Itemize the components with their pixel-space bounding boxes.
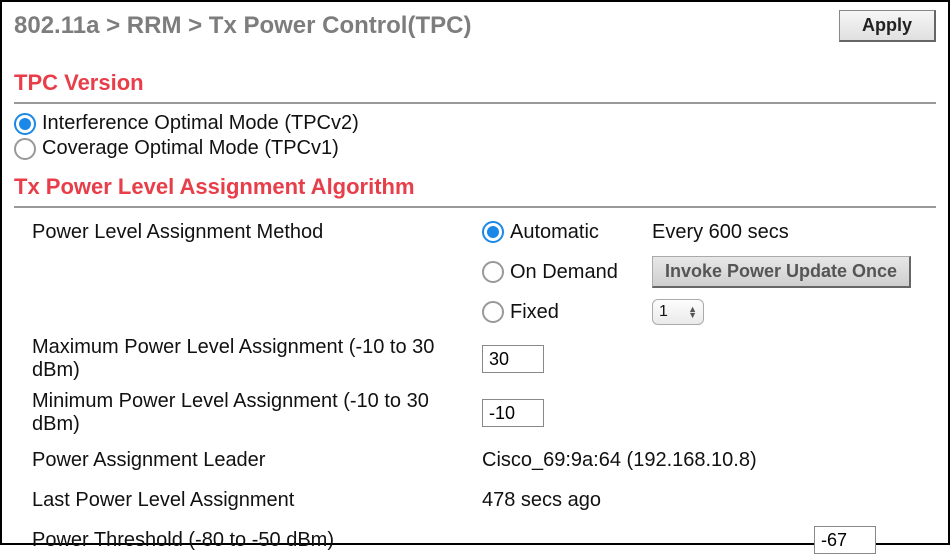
- radio-tpcv2-label: Interference Optimal Mode (TPCv2): [42, 112, 359, 135]
- divider: [14, 206, 936, 208]
- min-power-label: Minimum Power Level Assignment (-10 to 3…: [32, 390, 482, 436]
- radio-fixed-label: Fixed: [510, 301, 559, 324]
- threshold-label: Power Threshold (-80 to -50 dBm): [32, 529, 482, 552]
- automatic-interval: Every 600 secs: [652, 221, 789, 244]
- radio-automatic-label: Automatic: [510, 221, 599, 244]
- divider: [14, 102, 936, 104]
- method-label: Power Level Assignment Method: [32, 221, 482, 244]
- radio-automatic[interactable]: [482, 221, 504, 243]
- leader-value: Cisco_69:9a:64 (192.168.10.8): [482, 449, 757, 472]
- max-power-label: Maximum Power Level Assignment (-10 to 3…: [32, 336, 482, 382]
- radio-tpcv2[interactable]: [14, 113, 36, 135]
- radio-tpcv1[interactable]: [14, 138, 36, 160]
- last-assignment-value: 478 secs ago: [482, 489, 601, 512]
- leader-label: Power Assignment Leader: [32, 449, 482, 472]
- invoke-power-update-button[interactable]: Invoke Power Update Once: [652, 256, 911, 288]
- threshold-input[interactable]: [814, 526, 876, 554]
- radio-tpcv1-label: Coverage Optimal Mode (TPCv1): [42, 137, 339, 160]
- radio-fixed[interactable]: [482, 301, 504, 323]
- stepper-icon: ▲▼: [688, 306, 697, 318]
- apply-button[interactable]: Apply: [839, 10, 936, 42]
- fixed-level-select[interactable]: 1 ▲▼: [652, 299, 704, 325]
- algorithm-title: Tx Power Level Assignment Algorithm: [14, 174, 936, 200]
- breadcrumb: 802.11a > RRM > Tx Power Control(TPC): [14, 12, 471, 40]
- fixed-level-value: 1: [659, 303, 668, 321]
- radio-on-demand[interactable]: [482, 261, 504, 283]
- min-power-input[interactable]: [482, 399, 544, 427]
- last-assignment-label: Last Power Level Assignment: [32, 489, 482, 512]
- radio-on-demand-label: On Demand: [510, 261, 618, 284]
- max-power-input[interactable]: [482, 345, 544, 373]
- tpc-version-title: TPC Version: [14, 70, 936, 96]
